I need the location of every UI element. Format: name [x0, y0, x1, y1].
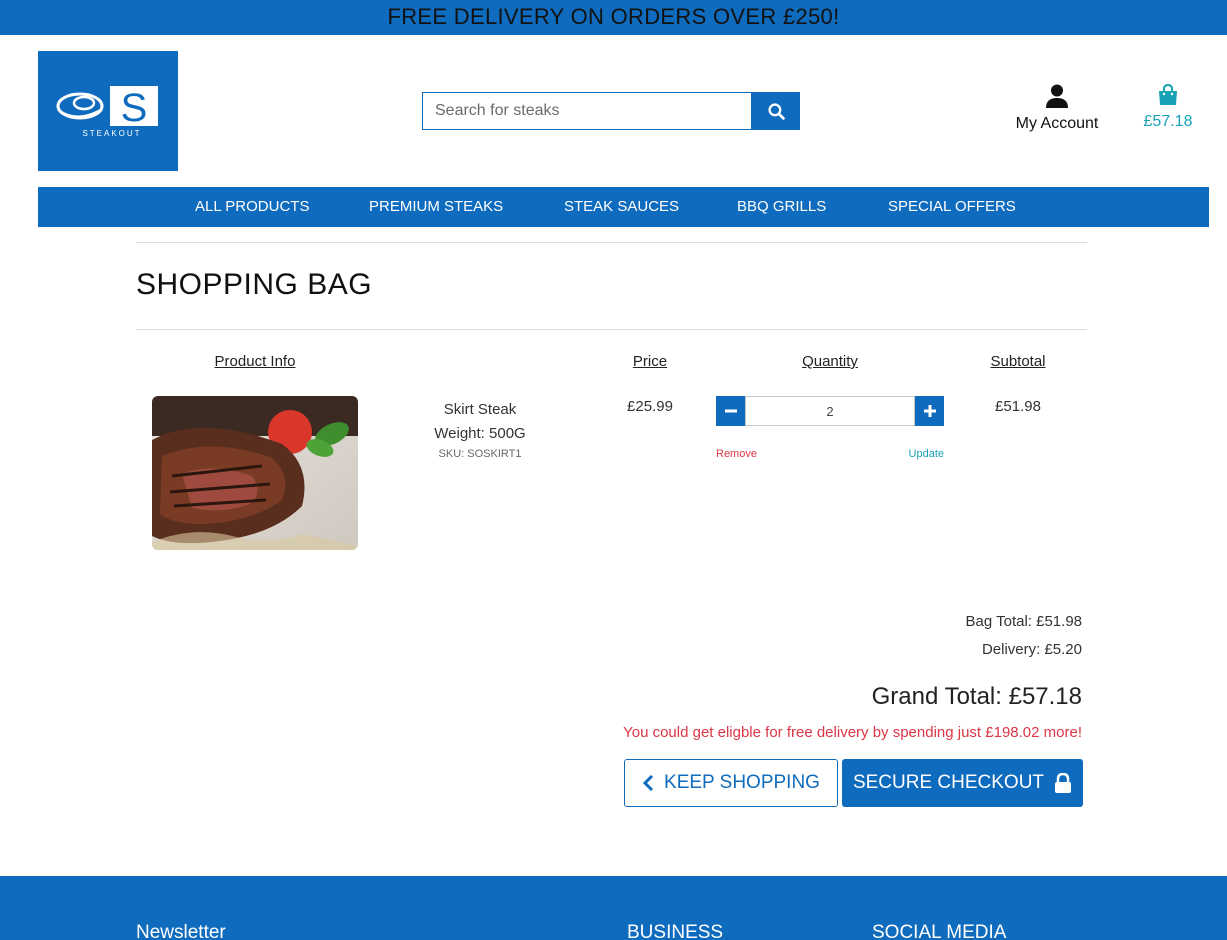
free-delivery-banner: FREE DELIVERY ON ORDERS OVER £250!	[0, 0, 1227, 35]
header-price: Price	[632, 353, 668, 370]
product-subtotal: £51.98	[995, 398, 1041, 415]
quantity-stepper	[716, 396, 944, 426]
quantity-input[interactable]	[745, 396, 915, 426]
nav-item-special-offers[interactable]: SPECIAL OFFERS	[888, 187, 1016, 227]
banner-text: FREE DELIVERY ON ORDERS OVER £250!	[387, 4, 840, 29]
footer-heading-business: BUSINESS	[627, 922, 724, 940]
nav-item-premium-steaks[interactable]: PREMIUM STEAKS	[369, 187, 503, 227]
remove-link[interactable]: Remove	[716, 448, 757, 460]
minus-icon	[724, 409, 737, 413]
divider-title	[136, 329, 1087, 330]
product-price: £25.99	[627, 398, 673, 415]
product-name: Skirt Steak	[443, 401, 517, 418]
header-product-info: Product Info	[214, 353, 296, 370]
nav-item-bbq-grills[interactable]: BBQ GRILLS	[737, 187, 826, 227]
bag-total: Bag Total: £51.98	[965, 613, 1082, 630]
nav-item-all-products[interactable]: ALL PRODUCTS	[195, 187, 309, 227]
product-sku: SKU: SOSKIRT1	[438, 448, 522, 460]
user-icon	[1046, 84, 1068, 108]
free-delivery-message: You could get eligble for free delivery …	[623, 724, 1082, 741]
secure-checkout-label: SECURE CHECKOUT	[852, 772, 1045, 793]
nav-item-steak-sauces[interactable]: STEAK SAUCES	[564, 187, 679, 227]
update-link[interactable]: Update	[880, 448, 944, 460]
site-logo[interactable]: S STEAKOUT	[38, 51, 178, 171]
my-account-link[interactable]: My Account	[1006, 84, 1108, 133]
increment-button[interactable]	[915, 396, 944, 426]
shopping-bag-link[interactable]: £57.18	[1136, 83, 1200, 131]
steak-logo-icon: S STEAKOUT	[56, 86, 158, 138]
search-bar	[422, 92, 800, 130]
plus-icon	[923, 405, 936, 417]
footer-heading-newsletter: Newsletter	[136, 922, 226, 940]
page-title: SHOPPING BAG	[136, 268, 373, 301]
search-button[interactable]	[752, 92, 800, 130]
keep-shopping-label: KEEP SHOPPING	[664, 772, 820, 793]
chevron-left-icon	[642, 775, 654, 791]
product-details: Skirt Steak Weight: 500G SKU: SOSKIRT1	[400, 398, 560, 460]
header-subtotal: Subtotal	[990, 353, 1046, 370]
my-account-label: My Account	[1015, 115, 1099, 132]
lock-icon	[1055, 773, 1072, 793]
search-input[interactable]	[422, 92, 752, 130]
footer-heading-social-media: SOCIAL MEDIA	[872, 922, 1007, 940]
main-navigation: ALL PRODUCTS PREMIUM STEAKS STEAK SAUCES…	[38, 187, 1209, 227]
secure-checkout-button[interactable]: SECURE CHECKOUT	[842, 759, 1083, 807]
search-icon	[767, 102, 785, 120]
keep-shopping-button[interactable]: KEEP SHOPPING	[624, 759, 838, 807]
grand-total: Grand Total: £57.18	[871, 683, 1082, 710]
divider-top	[136, 242, 1087, 243]
product-weight: Weight: 500G	[434, 425, 526, 442]
svg-text:STEAKOUT: STEAKOUT	[82, 129, 141, 138]
delivery-cost: Delivery: £5.20	[981, 641, 1082, 658]
shopping-bag-icon	[1159, 83, 1177, 105]
product-image	[152, 396, 358, 550]
bag-total-label: £57.18	[1143, 113, 1193, 130]
svg-text:S: S	[121, 86, 148, 130]
header-quantity: Quantity	[802, 353, 858, 370]
decrement-button[interactable]	[716, 396, 745, 426]
site-footer: Newsletter BUSINESS SOCIAL MEDIA	[0, 876, 1227, 940]
